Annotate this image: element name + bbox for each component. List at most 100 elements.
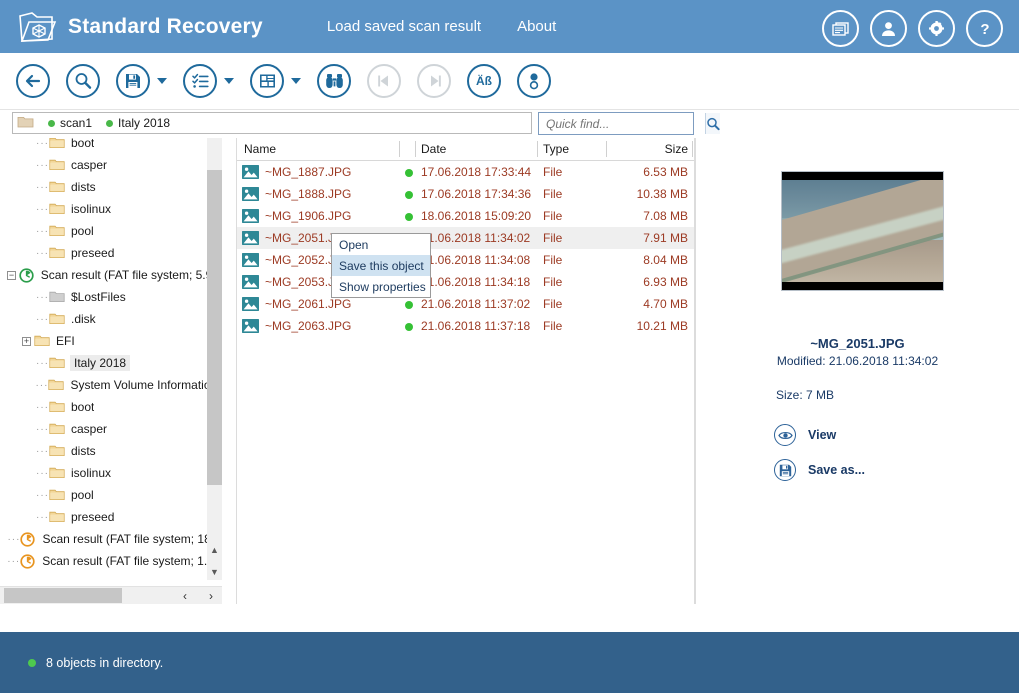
tree-scroll-right-button[interactable]: › xyxy=(202,587,220,604)
tree-node[interactable]: ··· .disk xyxy=(0,308,215,330)
grid-view-dropdown-caret[interactable] xyxy=(291,78,301,84)
context-menu-show-properties[interactable]: Show properties xyxy=(332,276,430,297)
tree-scroll-up-button[interactable]: ▲ xyxy=(207,542,222,557)
tree-node[interactable]: ··· boot xyxy=(0,396,215,418)
tree-node[interactable]: ··· preseed xyxy=(0,506,215,528)
previous-button[interactable] xyxy=(367,64,401,98)
tree-node[interactable]: ··· isolinux xyxy=(0,198,215,220)
table-row[interactable]: ~MG_1888.JPG 17.06.2018 17:34:36 File 10.38… xyxy=(237,183,694,205)
column-name[interactable]: Name xyxy=(244,142,276,156)
tree-horizontal-scroll-thumb[interactable] xyxy=(4,588,122,603)
search-button[interactable] xyxy=(317,64,351,98)
tree-collapse-button[interactable]: − xyxy=(7,270,16,280)
file-date-cell: 21.06.2018 11:34:18 xyxy=(421,275,531,289)
tree-guide-dots: ··· xyxy=(7,533,21,545)
grid-view-button[interactable] xyxy=(250,64,284,98)
tree-expand-button[interactable]: + xyxy=(22,336,31,346)
column-divider[interactable] xyxy=(415,141,416,157)
tree-scroll-down-button[interactable]: ▼ xyxy=(207,564,222,579)
table-row[interactable]: ~MG_2051.JPG 21.06.2018 11:34:02 File 7.91 … xyxy=(237,227,694,249)
file-size-cell: 6.93 MB xyxy=(643,275,688,289)
tree-node[interactable]: ··· Italy 2018 xyxy=(0,352,215,374)
tree-node[interactable]: ··· dists xyxy=(0,176,215,198)
table-row[interactable]: ~MG_2053.JPG 21.06.2018 11:34:18 File 6.93 … xyxy=(237,271,694,293)
tree-node[interactable]: − Scan result (FAT file system; 5.98 G xyxy=(0,264,215,286)
search-submit-button[interactable] xyxy=(705,113,720,134)
search-input[interactable] xyxy=(544,113,705,134)
image-file-icon xyxy=(242,231,259,245)
tree-node[interactable]: + EFI xyxy=(0,330,215,352)
table-row[interactable]: ~MG_2052.JPG 21.06.2018 11:34:08 File 8.04 … xyxy=(237,249,694,271)
user-icon[interactable] xyxy=(870,10,907,47)
table-row[interactable]: ~MG_2061.JPG 21.06.2018 11:37:02 File 4.70 … xyxy=(237,293,694,315)
object-button[interactable] xyxy=(517,64,551,98)
folder-icon xyxy=(49,202,65,216)
context-menu-open[interactable]: Open xyxy=(332,234,430,255)
save-as-action[interactable]: Save as... xyxy=(774,459,865,481)
preview-panel: ~MG_2051.JPG Modified: 21.06.2018 11:34:… xyxy=(696,138,1019,604)
tree-vertical-scrollbar[interactable] xyxy=(207,138,222,580)
text-encoding-icon[interactable]: Äß xyxy=(467,64,501,98)
column-type[interactable]: Type xyxy=(543,142,569,156)
tree-scroll-left-button[interactable]: ‹ xyxy=(176,587,194,604)
save-dropdown-caret[interactable] xyxy=(157,78,167,84)
breadcrumb-item-italy-2018[interactable]: Italy 2018 xyxy=(118,116,170,130)
tree-node[interactable]: ··· $LostFiles xyxy=(0,286,215,308)
nav-about[interactable]: About xyxy=(517,18,556,35)
windows-icon[interactable] xyxy=(822,10,859,47)
nav-load-saved-scan-result[interactable]: Load saved scan result xyxy=(327,18,481,35)
tree-guide-dots: ··· xyxy=(35,379,49,391)
tree-vertical-scroll-thumb[interactable] xyxy=(207,170,222,485)
tree-horizontal-scrollbar[interactable]: ‹ › xyxy=(0,586,222,604)
tree-node[interactable]: ··· boot xyxy=(0,138,215,154)
list-view-dropdown-caret[interactable] xyxy=(224,78,234,84)
tree-guide-dots: ··· xyxy=(36,401,49,413)
back-button[interactable] xyxy=(16,64,50,98)
next-button[interactable] xyxy=(417,64,451,98)
column-divider[interactable] xyxy=(399,141,400,157)
tree-node[interactable]: ··· isolinux xyxy=(0,462,215,484)
list-view-button[interactable] xyxy=(183,64,217,98)
breadcrumb-item-scan1[interactable]: scan1 xyxy=(60,116,92,130)
tree-node-label: casper xyxy=(71,422,108,436)
folder-icon xyxy=(49,246,65,260)
view-action[interactable]: View xyxy=(774,424,836,446)
table-row[interactable]: ~MG_2063.JPG 21.06.2018 11:37:18 File 10.21… xyxy=(237,315,694,337)
tree-node[interactable]: ··· pool xyxy=(0,220,215,242)
file-type-cell: File xyxy=(543,165,563,179)
context-menu-save-this-object[interactable]: Save this object xyxy=(332,255,430,276)
column-size[interactable]: Size xyxy=(665,142,688,156)
file-date-cell: 18.06.2018 15:09:20 xyxy=(421,209,532,223)
tree-guide-dots: ··· xyxy=(36,467,49,479)
encoding-label: Äß xyxy=(476,74,492,88)
file-name-cell: ~MG_1888.JPG xyxy=(265,187,352,201)
find-button[interactable] xyxy=(66,64,100,98)
folder-tree[interactable]: ··· boot ··· casper ··· dists ··· isolinux ··· po… xyxy=(0,138,232,604)
tree-node-label: System Volume Information xyxy=(70,378,215,392)
tree-node[interactable]: ··· casper xyxy=(0,154,215,176)
table-row[interactable]: ~MG_1887.JPG 17.06.2018 17:33:44 File 6.53 … xyxy=(237,161,694,183)
breadcrumb[interactable]: scan1 Italy 2018 xyxy=(12,112,532,134)
gear-icon[interactable] xyxy=(918,10,955,47)
file-type-cell: File xyxy=(543,209,563,223)
tree-node[interactable]: ··· Scan result (FAT file system; 18.36 xyxy=(0,528,215,550)
preview-thumbnail[interactable] xyxy=(781,171,944,291)
column-divider[interactable] xyxy=(606,141,607,157)
tree-node-label: $LostFiles xyxy=(71,290,126,304)
help-icon[interactable]: ? xyxy=(966,10,1003,47)
column-divider[interactable] xyxy=(692,141,693,157)
save-button[interactable] xyxy=(116,64,150,98)
table-row[interactable]: ~MG_1906.JPG 18.06.2018 15:09:20 File 7.08 … xyxy=(237,205,694,227)
tree-node[interactable]: ··· casper xyxy=(0,418,215,440)
tree-node-label: EFI xyxy=(56,334,75,348)
tree-node[interactable]: ··· preseed xyxy=(0,242,215,264)
tree-node[interactable]: ··· pool xyxy=(0,484,215,506)
tree-node[interactable]: ··· Scan result (FAT file system; 1.83 G xyxy=(0,550,215,572)
tree-node[interactable]: ··· System Volume Information xyxy=(0,374,215,396)
column-divider[interactable] xyxy=(537,141,538,157)
folder-gray-icon xyxy=(49,290,65,304)
tree-node[interactable]: ··· dists xyxy=(0,440,215,462)
folder-icon xyxy=(49,312,65,326)
column-date[interactable]: Date xyxy=(421,142,446,156)
tree-guide-dots: ··· xyxy=(36,423,49,435)
